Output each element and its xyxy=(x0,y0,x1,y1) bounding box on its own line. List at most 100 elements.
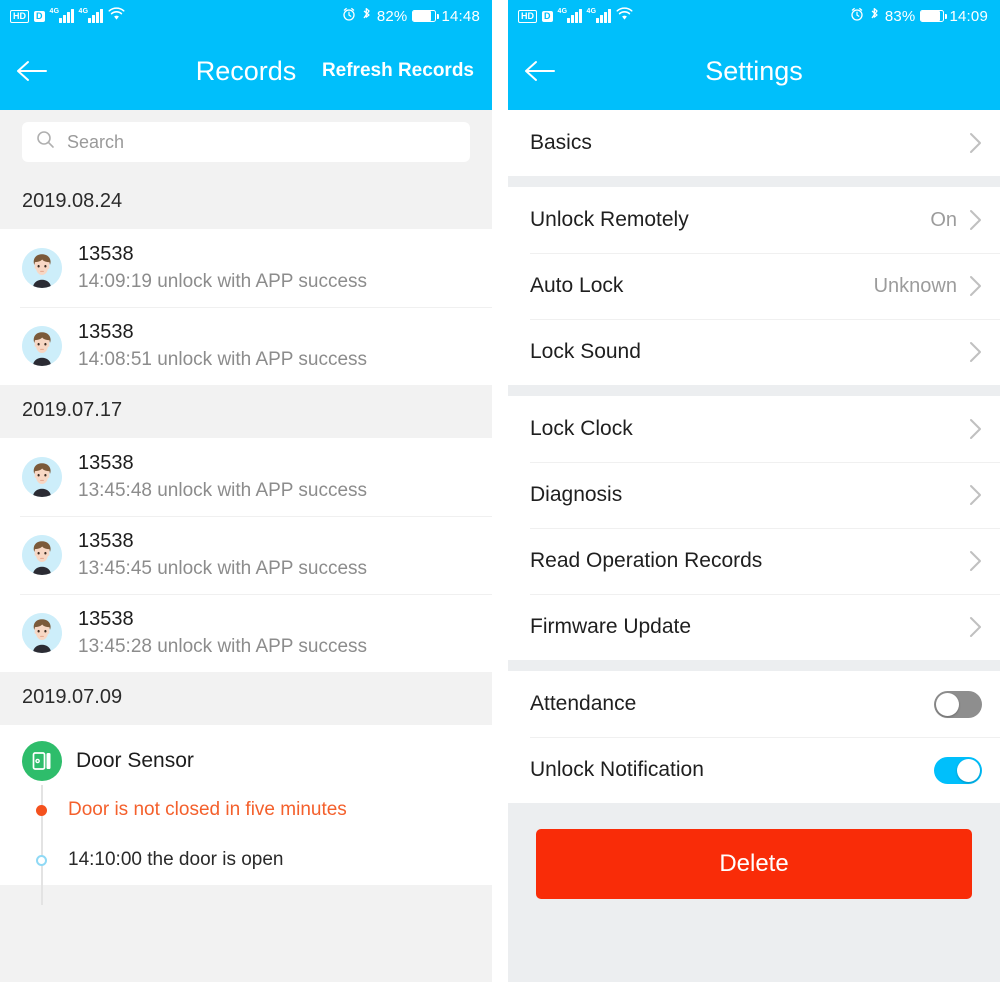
chevron-right-icon xyxy=(969,418,982,440)
records-nav-bar: Records Refresh Records xyxy=(0,32,492,110)
record-name: 13538 xyxy=(78,243,134,265)
delete-button[interactable]: Delete xyxy=(536,829,972,899)
settings-group-4: Attendance Unlock Notification xyxy=(508,671,1000,803)
timeline-dot-alert-icon xyxy=(36,804,47,816)
group-separator xyxy=(508,385,1000,396)
sidebar-item-lock-sound[interactable]: Lock Sound xyxy=(508,319,1000,385)
wifi-icon xyxy=(108,7,125,25)
setting-label: Auto Lock xyxy=(530,274,624,297)
sidebar-item-read-operation-records[interactable]: Read Operation Records xyxy=(508,528,1000,594)
list-item[interactable]: 13538 13:45:45 unlock with APP success xyxy=(0,516,492,594)
timeline-event-text: Door is not closed in five minutes xyxy=(68,799,347,820)
timeline-item: 14:10:00 the door is open xyxy=(22,835,492,885)
network-type-label-1: 4G xyxy=(557,8,568,15)
setting-label: Unlock Remotely xyxy=(530,208,689,231)
record-name: 13538 xyxy=(78,530,134,552)
sidebar-item-diagnosis[interactable]: Diagnosis xyxy=(508,462,1000,528)
status-bar-settings: HD D 4G 4G 83% 14:09 xyxy=(508,0,1000,32)
alarm-clock-icon xyxy=(850,7,864,25)
attendance-toggle[interactable] xyxy=(934,690,982,718)
network-type-label-2: 4G xyxy=(586,8,597,15)
setting-label: Attendance xyxy=(530,692,637,715)
back-button[interactable] xyxy=(0,32,64,110)
search-input[interactable]: Search xyxy=(67,132,124,153)
chevron-right-icon xyxy=(969,132,982,154)
record-group: 13538 13:45:48 unlock with APP success 1… xyxy=(0,438,492,672)
record-detail: 14:08:51 unlock with APP success xyxy=(78,349,368,370)
list-item[interactable]: 13538 13:45:28 unlock with APP success xyxy=(0,594,492,672)
sidebar-item-firmware-update[interactable]: Firmware Update xyxy=(508,594,1000,660)
record-text: 13538 13:45:28 unlock with APP success xyxy=(78,608,367,658)
record-detail: 13:45:28 unlock with APP success xyxy=(78,636,368,657)
search-box[interactable]: Search xyxy=(22,122,470,162)
back-arrow-icon xyxy=(17,61,47,81)
list-item[interactable]: 13538 13:45:48 unlock with APP success xyxy=(0,438,492,516)
record-name: 13538 xyxy=(78,608,134,630)
records-screen: HD D 4G 4G 82% 14:48 Records Refresh Rec… xyxy=(0,0,492,982)
timeline-event-text: 14:10:00 the door is open xyxy=(68,849,284,870)
setting-label: Read Operation Records xyxy=(530,549,763,572)
search-container: Search xyxy=(0,110,492,176)
status-bar-left-icons: HD D 4G 4G xyxy=(10,7,125,25)
setting-label: Basics xyxy=(530,131,592,154)
list-item[interactable]: 13538 14:08:51 unlock with APP success xyxy=(0,307,492,385)
sidebar-item-attendance[interactable]: Attendance xyxy=(508,671,1000,737)
unlock-notification-toggle[interactable] xyxy=(934,756,982,784)
panel-divider xyxy=(492,0,508,982)
chevron-right-icon xyxy=(969,209,982,231)
timeline-item: Door is not closed in five minutes xyxy=(22,785,492,835)
sidebar-item-lock-clock[interactable]: Lock Clock xyxy=(508,396,1000,462)
sidebar-item-unlock-remotely[interactable]: Unlock Remotely On xyxy=(508,187,1000,253)
date-header: 2019.07.17 xyxy=(0,385,492,438)
search-icon xyxy=(36,130,55,154)
status-bar-right-icons: 83% 14:09 xyxy=(850,7,988,26)
status-bar-records: HD D 4G 4G 82% 14:48 xyxy=(0,0,492,32)
bluetooth-icon xyxy=(869,7,880,26)
clock-label: 14:48 xyxy=(441,7,480,25)
door-sensor-header[interactable]: Door Sensor xyxy=(0,741,492,781)
setting-label: Diagnosis xyxy=(530,483,623,506)
date-header: 2019.07.09 xyxy=(0,672,492,725)
battery-icon xyxy=(412,10,440,22)
refresh-records-button[interactable]: Refresh Records xyxy=(322,60,474,82)
door-sensor-name: Door Sensor xyxy=(76,749,194,772)
setting-label: Unlock Notification xyxy=(530,758,704,781)
sidebar-item-unlock-notification[interactable]: Unlock Notification xyxy=(508,737,1000,803)
record-text: 13538 14:09:19 unlock with APP success xyxy=(78,243,367,293)
list-item[interactable]: 13538 14:09:19 unlock with APP success xyxy=(0,229,492,307)
date-header: 2019.08.24 xyxy=(0,176,492,229)
network-type-label-1: 4G xyxy=(49,8,60,15)
setting-label: Lock Clock xyxy=(530,417,633,440)
toggle-knob xyxy=(957,758,980,782)
door-sensor-icon xyxy=(22,741,62,781)
network-type-label-2: 4G xyxy=(78,8,89,15)
signal-bars-1-icon: 4G xyxy=(49,8,74,23)
settings-group-1: Basics xyxy=(508,110,1000,176)
battery-percent-label: 83% xyxy=(884,7,916,25)
alarm-clock-icon xyxy=(342,7,356,25)
record-detail: 13:45:48 unlock with APP success xyxy=(78,480,368,501)
back-button[interactable] xyxy=(508,32,572,110)
sensor-timeline: Door is not closed in five minutes 14:10… xyxy=(0,785,492,905)
sidebar-item-basics[interactable]: Basics xyxy=(508,110,1000,176)
timeline-dot-normal-icon xyxy=(36,854,47,866)
setting-value: Unknown xyxy=(873,274,957,297)
avatar xyxy=(22,613,62,653)
record-detail: 14:09:19 unlock with APP success xyxy=(78,271,368,292)
chevron-right-icon xyxy=(969,341,982,363)
settings-group-2: Unlock Remotely On Auto Lock Unknown Loc… xyxy=(508,187,1000,385)
record-group: 13538 14:09:19 unlock with APP success 1… xyxy=(0,229,492,385)
setting-label: Firmware Update xyxy=(530,615,692,638)
data-icon: D xyxy=(542,10,553,22)
setting-label: Lock Sound xyxy=(530,340,641,363)
toggle-knob xyxy=(936,692,959,716)
chevron-right-icon xyxy=(969,484,982,506)
record-name: 13538 xyxy=(78,452,134,474)
back-arrow-icon xyxy=(525,61,555,81)
settings-group-3: Lock Clock Diagnosis Read Operation Reco… xyxy=(508,396,1000,660)
bluetooth-icon xyxy=(361,7,372,26)
record-text: 13538 13:45:48 unlock with APP success xyxy=(78,452,367,502)
record-name: 13538 xyxy=(78,321,134,343)
dual-screenshot: HD D 4G 4G 82% 14:48 Records Refresh Rec… xyxy=(0,0,1000,982)
sidebar-item-auto-lock[interactable]: Auto Lock Unknown xyxy=(508,253,1000,319)
